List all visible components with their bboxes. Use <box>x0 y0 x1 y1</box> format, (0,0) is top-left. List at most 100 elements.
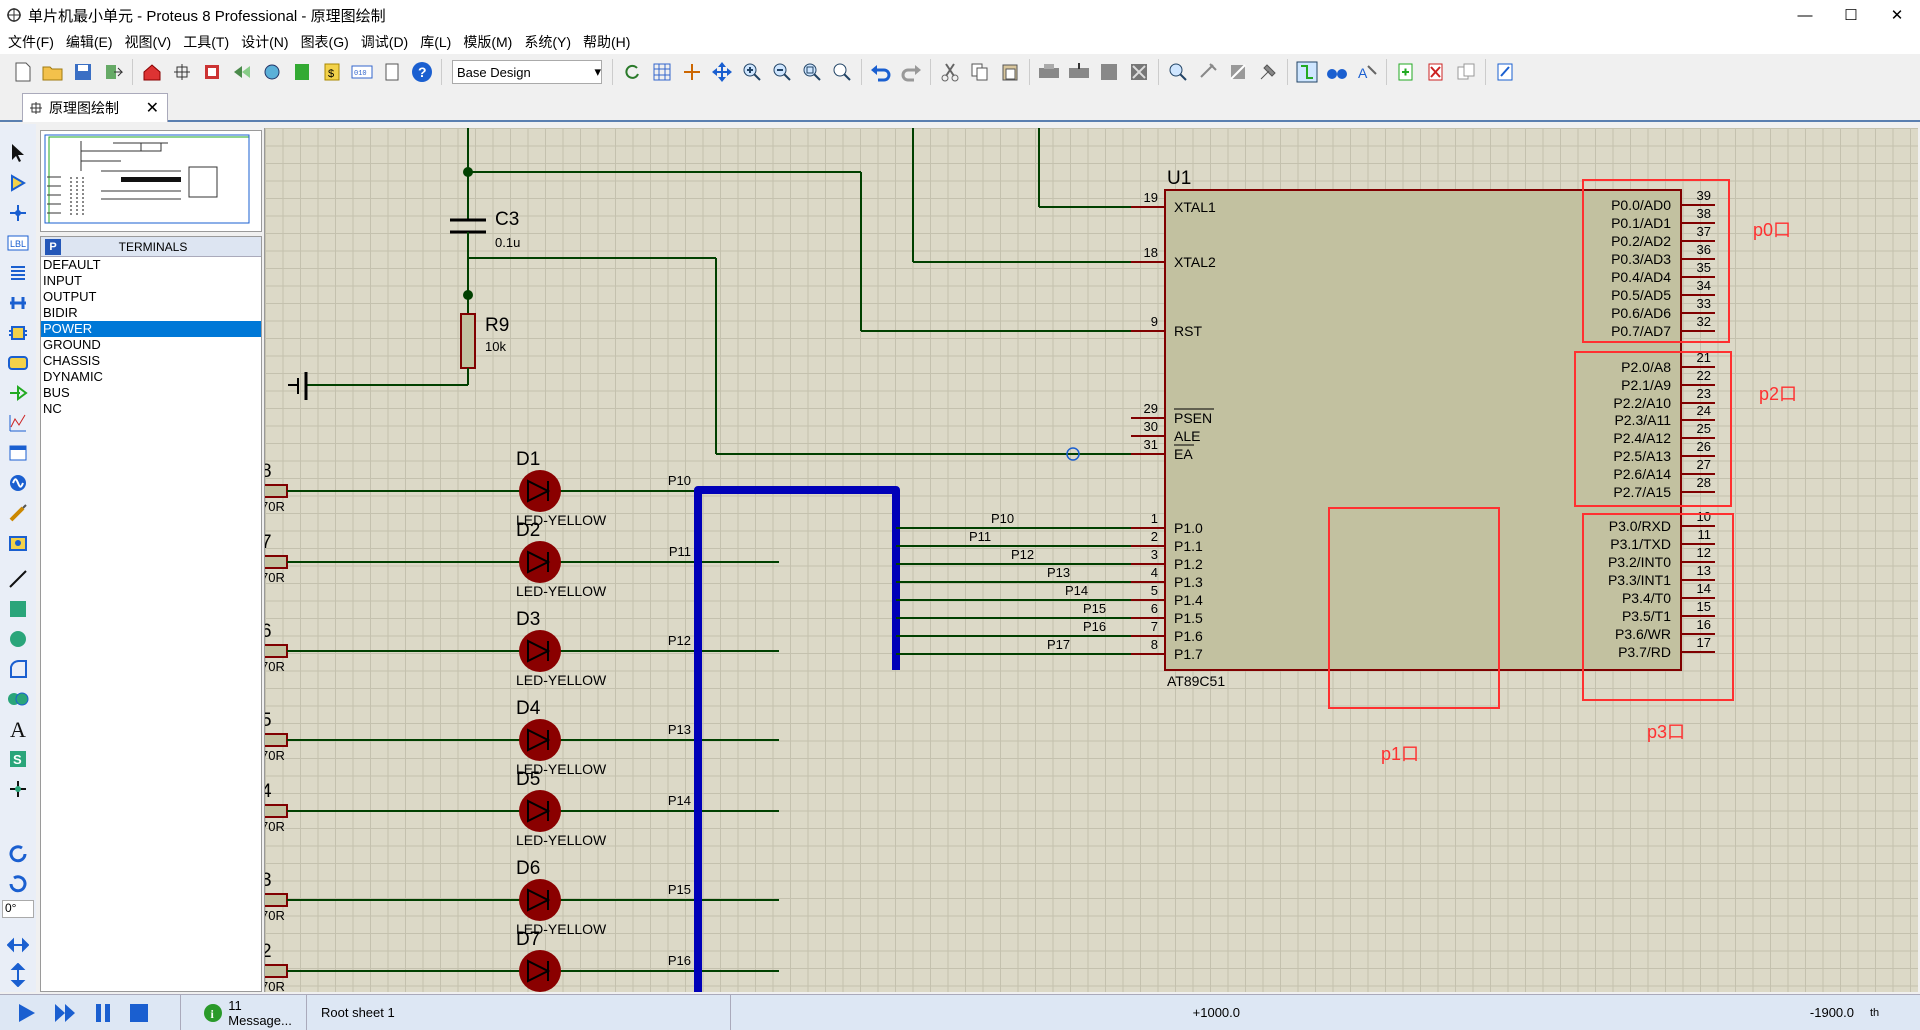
pick-devices-button[interactable]: P <box>45 238 61 255</box>
terminal-item-output[interactable]: OUTPUT <box>41 289 261 305</box>
packaging-tool-icon[interactable] <box>1225 59 1251 85</box>
pick-device-icon[interactable] <box>1165 59 1191 85</box>
terminal-item-dynamic[interactable]: DYNAMIC <box>41 369 261 385</box>
wire-autorouter-icon[interactable] <box>1294 59 1320 85</box>
make-device-icon[interactable] <box>1195 59 1221 85</box>
zoom-in-icon[interactable] <box>739 59 765 85</box>
menu-help[interactable]: 帮助(H) <box>577 32 636 52</box>
arc-draw-icon[interactable] <box>5 656 31 682</box>
menu-template[interactable]: 模版(M) <box>457 32 518 52</box>
decompose-icon[interactable] <box>1255 59 1281 85</box>
source-code-icon[interactable]: 010 <box>349 59 375 85</box>
copy-icon[interactable] <box>967 59 993 85</box>
tape-recorder-icon[interactable] <box>5 440 31 466</box>
close-button[interactable]: ✕ <box>1874 0 1920 30</box>
terminals-mode-icon[interactable] <box>5 350 31 376</box>
line-draw-icon[interactable] <box>5 566 31 592</box>
save-icon[interactable] <box>70 59 96 85</box>
grid-icon[interactable] <box>649 59 675 85</box>
menu-design[interactable]: 设计(N) <box>235 32 294 52</box>
stop-button[interactable] <box>128 1002 150 1024</box>
design-select[interactable]: Base Design ▾ <box>452 60 602 84</box>
new-sheet-icon[interactable] <box>1393 59 1419 85</box>
maximize-button[interactable]: ☐ <box>1828 0 1874 30</box>
terminal-item-default[interactable]: DEFAULT <box>41 257 261 273</box>
text-draw-icon[interactable]: A <box>5 716 31 742</box>
home-icon[interactable] <box>139 59 165 85</box>
block-copy-icon[interactable] <box>1036 59 1062 85</box>
text-script-icon[interactable] <box>5 260 31 286</box>
terminal-item-nc[interactable]: NC <box>41 401 261 417</box>
zoom-all-icon[interactable] <box>799 59 825 85</box>
gallery-icon[interactable] <box>229 59 255 85</box>
schematic-drawing[interactable]: U1AT89C5119XTAL118XTAL29RST29PSEN30ALE31… <box>265 128 1918 992</box>
erc-report-icon[interactable] <box>1492 59 1518 85</box>
help-icon[interactable]: ? <box>409 59 435 85</box>
block-delete-icon[interactable] <box>1126 59 1152 85</box>
refresh-icon[interactable] <box>619 59 645 85</box>
zoom-area-icon[interactable] <box>829 59 855 85</box>
minimize-button[interactable]: — <box>1782 0 1828 30</box>
play-button[interactable] <box>16 1002 38 1024</box>
menu-tools[interactable]: 工具(T) <box>177 32 235 52</box>
terminal-item-ground[interactable]: GROUND <box>41 337 261 353</box>
terminal-item-bidir[interactable]: BIDIR <box>41 305 261 321</box>
pan-icon[interactable] <box>709 59 735 85</box>
messages-indicator[interactable]: i 11 Message... <box>180 995 306 1030</box>
menu-file[interactable]: 文件(F) <box>2 32 60 52</box>
terminal-item-chassis[interactable]: CHASSIS <box>41 353 261 369</box>
search-tag-icon[interactable] <box>1324 59 1350 85</box>
tab-schematic[interactable]: 原理图绘制 ✕ <box>22 93 168 122</box>
device-pins-mode-icon[interactable] <box>5 380 31 406</box>
rotate-anticlockwise-icon[interactable] <box>5 870 31 896</box>
menu-library[interactable]: 库(L) <box>414 32 457 52</box>
paste-icon[interactable] <box>997 59 1023 85</box>
component-mode-icon[interactable] <box>5 170 31 196</box>
mirror-vertical-icon[interactable] <box>5 962 31 988</box>
open-folder-icon[interactable] <box>40 59 66 85</box>
marker-draw-icon[interactable] <box>5 776 31 802</box>
pause-button[interactable] <box>92 1002 114 1024</box>
new-file-icon[interactable] <box>10 59 36 85</box>
graph-mode-icon[interactable] <box>5 410 31 436</box>
notes-icon[interactable] <box>379 59 405 85</box>
menu-graph[interactable]: 图表(G) <box>295 32 355 52</box>
rotation-input[interactable]: 0° <box>2 900 34 918</box>
zoom-out-icon[interactable] <box>769 59 795 85</box>
circle-draw-icon[interactable] <box>5 626 31 652</box>
mirror-horizontal-icon[interactable] <box>5 932 31 958</box>
menu-edit[interactable]: 编辑(E) <box>60 32 119 52</box>
menu-debug[interactable]: 调试(D) <box>355 32 414 52</box>
remove-sheet-icon[interactable] <box>1423 59 1449 85</box>
undo-icon[interactable] <box>868 59 894 85</box>
menu-system[interactable]: 系统(Y) <box>518 32 577 52</box>
tab-close-icon[interactable]: ✕ <box>146 98 159 118</box>
gerber-icon[interactable] <box>289 59 315 85</box>
pcb-icon[interactable] <box>199 59 225 85</box>
generator-mode-icon[interactable] <box>5 470 31 496</box>
property-tool-icon[interactable]: A <box>1354 59 1380 85</box>
bus-mode-icon[interactable] <box>5 290 31 316</box>
terminal-item-bus[interactable]: BUS <box>41 385 261 401</box>
redo-icon[interactable] <box>898 59 924 85</box>
origin-icon[interactable] <box>679 59 705 85</box>
box-draw-icon[interactable] <box>5 596 31 622</box>
junction-dot-icon[interactable] <box>5 200 31 226</box>
virtual-instrument-icon[interactable] <box>5 530 31 556</box>
voltage-probe-icon[interactable] <box>5 500 31 526</box>
symbol-draw-icon[interactable]: S <box>5 746 31 772</box>
block-rotate-icon[interactable] <box>1096 59 1122 85</box>
overview-window[interactable] <box>40 130 262 232</box>
step-button[interactable] <box>52 1002 78 1024</box>
rotate-clockwise-icon[interactable] <box>5 840 31 866</box>
3d-view-icon[interactable] <box>259 59 285 85</box>
subcircuit-mode-icon[interactable] <box>5 320 31 346</box>
path-draw-icon[interactable] <box>5 686 31 712</box>
block-move-icon[interactable] <box>1066 59 1092 85</box>
bom-icon[interactable]: $ <box>319 59 345 85</box>
import-icon[interactable] <box>100 59 126 85</box>
terminal-item-input[interactable]: INPUT <box>41 273 261 289</box>
menu-view[interactable]: 视图(V) <box>119 32 178 52</box>
selection-mode-icon[interactable] <box>5 140 31 166</box>
terminal-item-power[interactable]: POWER <box>41 321 261 337</box>
